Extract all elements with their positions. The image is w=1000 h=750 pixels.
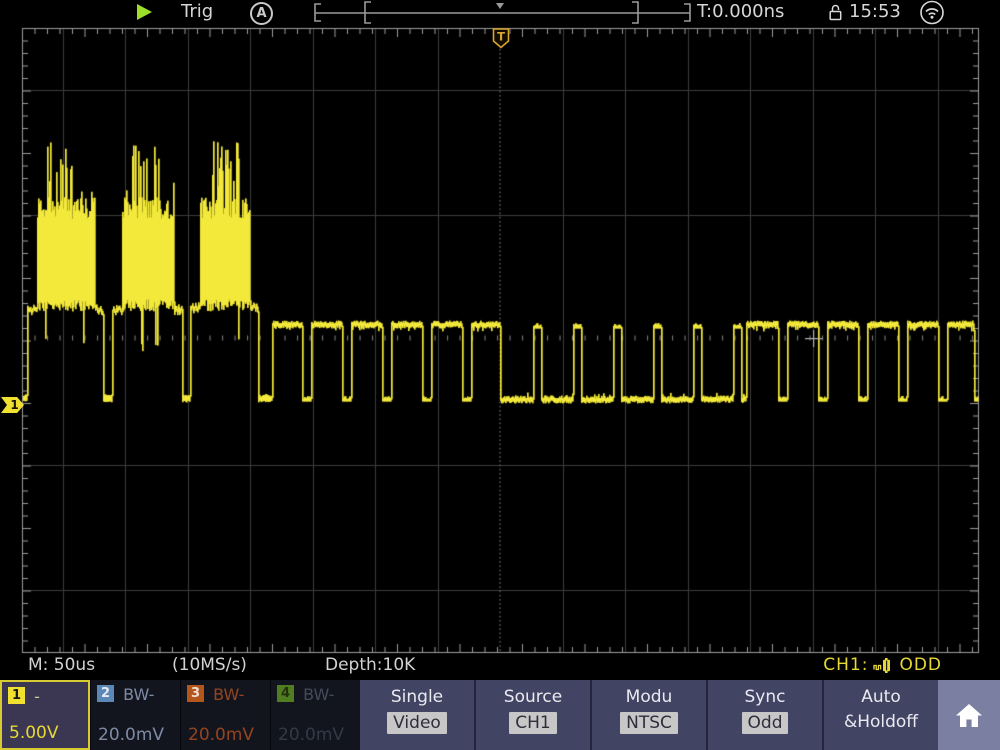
trigger-time-readout: T:0.000ns [697, 1, 784, 22]
channel-2-badge: 2 [97, 685, 114, 702]
timebase-readout: M: 50us [28, 655, 95, 675]
trigger-source-label: CH1: [823, 655, 868, 675]
channel-3-bandwidth: BW- [213, 685, 244, 704]
channel-2-scale: 20.0mV [98, 725, 164, 745]
acquisition-status-bar: M: 50us (10MS/s) Depth:10K CH1: ODD [0, 653, 1000, 680]
wifi-icon [919, 0, 945, 25]
menu-label: Sync [708, 687, 822, 707]
horizontal-position-indicator [313, 0, 697, 26]
home-icon [954, 702, 984, 729]
home-button[interactable] [938, 680, 1000, 750]
menu-label: Single [360, 687, 474, 707]
menu-label: Auto [824, 687, 938, 707]
sample-rate-readout: (10MS/s) [172, 655, 247, 675]
menu-item-single[interactable]: Single Video [360, 680, 474, 750]
channel-2-box[interactable]: 2 BW- 20.0mV [90, 680, 180, 750]
unlock-icon [828, 3, 843, 22]
menu-value: NTSC [620, 712, 678, 734]
channel-1-badge: 1 [8, 687, 25, 704]
top-status-bar: Trig A T:0.000ns 15:53 [0, 0, 1000, 26]
run-state-play-icon [137, 4, 152, 20]
waveform-display [0, 0, 1000, 680]
menu-item-source[interactable]: Source CH1 [474, 680, 590, 750]
channel-3-box[interactable]: 3 BW- 20.0mV [180, 680, 270, 750]
trigger-state-label: Trig [181, 1, 213, 22]
menu-value: CH1 [509, 712, 556, 734]
menu-item-modu[interactable]: Modu NTSC [590, 680, 706, 750]
trigger-status: CH1: ODD [823, 655, 942, 675]
channel-4-badge: 4 [277, 685, 294, 702]
menu-label: Modu [592, 687, 706, 707]
menu-item-sync[interactable]: Sync Odd [706, 680, 822, 750]
menu-value: &Holdoff [844, 712, 918, 732]
menu-label: Source [476, 687, 590, 707]
trigger-point-marker: T [492, 28, 510, 49]
trigger-position-pointer-icon [496, 3, 504, 9]
memory-depth-readout: Depth:10K [325, 655, 415, 675]
channel-3-badge: 3 [187, 685, 204, 702]
svg-text:T: T [497, 30, 505, 44]
oscilloscope-screen: Trig A T:0.000ns 15:53 T 1 M: 50us [0, 0, 1000, 750]
channel-3-scale: 20.0mV [188, 725, 254, 745]
trigger-menu-sections: Single Video Source CH1 Modu NTSC Sync O… [360, 680, 938, 750]
channel-strip: 1 - 5.00V 2 BW- 20.0mV 3 BW- 20.0mV 4 BW… [0, 680, 360, 750]
menu-item-auto-holdoff[interactable]: Auto &Holdoff [822, 680, 938, 750]
channel-1-box[interactable]: 1 - 5.00V [0, 680, 90, 750]
channel-1-scale: 5.00V [9, 723, 58, 743]
menu-value: Odd [742, 712, 789, 734]
channel-1-coupling: - [34, 687, 40, 706]
channel-2-bandwidth: BW- [123, 685, 154, 704]
menu-value: Video [387, 712, 447, 734]
channel-4-scale: 20.0mV [278, 725, 344, 745]
video-sync-icon [873, 658, 894, 673]
bottom-menu-bar: 1 - 5.00V 2 BW- 20.0mV 3 BW- 20.0mV 4 BW… [0, 680, 1000, 750]
channel-4-box[interactable]: 4 BW- 20.0mV [270, 680, 360, 750]
trigger-field-label: ODD [899, 655, 942, 675]
clock-readout: 15:53 [849, 1, 901, 22]
auto-trigger-mode-icon: A [250, 2, 273, 25]
channel-4-bandwidth: BW- [303, 685, 334, 704]
